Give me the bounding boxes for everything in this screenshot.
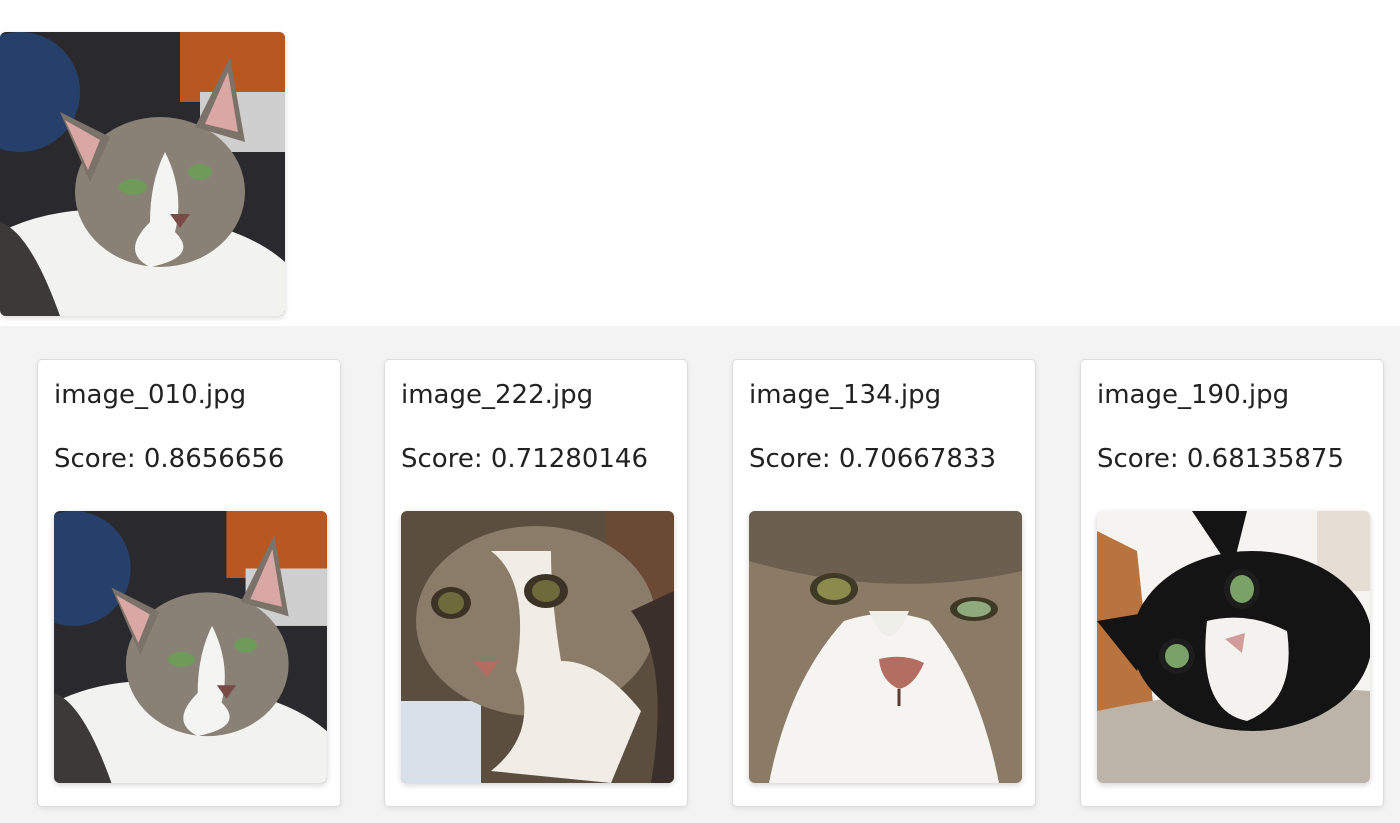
result-card[interactable]: image_190.jpg Score: 0.68135875 [1080,359,1384,807]
query-area [0,0,1400,326]
result-image[interactable] [1097,511,1370,783]
result-filename: image_134.jpg [749,380,942,410]
result-card[interactable]: image_134.jpg Score: 0.70667833 [732,359,1036,807]
query-image [0,32,285,316]
result-score: Score: 0.8656656 [54,444,285,474]
result-image[interactable] [749,511,1022,783]
result-score: Score: 0.68135875 [1097,444,1344,474]
result-score: Score: 0.70667833 [749,444,996,474]
result-image[interactable] [401,511,674,783]
result-filename: image_010.jpg [54,380,247,410]
result-image[interactable] [54,511,327,783]
result-score: Score: 0.71280146 [401,444,648,474]
result-filename: image_222.jpg [401,380,594,410]
results-area: image_010.jpg Score: 0.8656656 image_222… [0,326,1400,823]
result-card[interactable]: image_222.jpg Score: 0.71280146 [384,359,688,807]
result-filename: image_190.jpg [1097,380,1290,410]
result-card[interactable]: image_010.jpg Score: 0.8656656 [37,359,341,807]
